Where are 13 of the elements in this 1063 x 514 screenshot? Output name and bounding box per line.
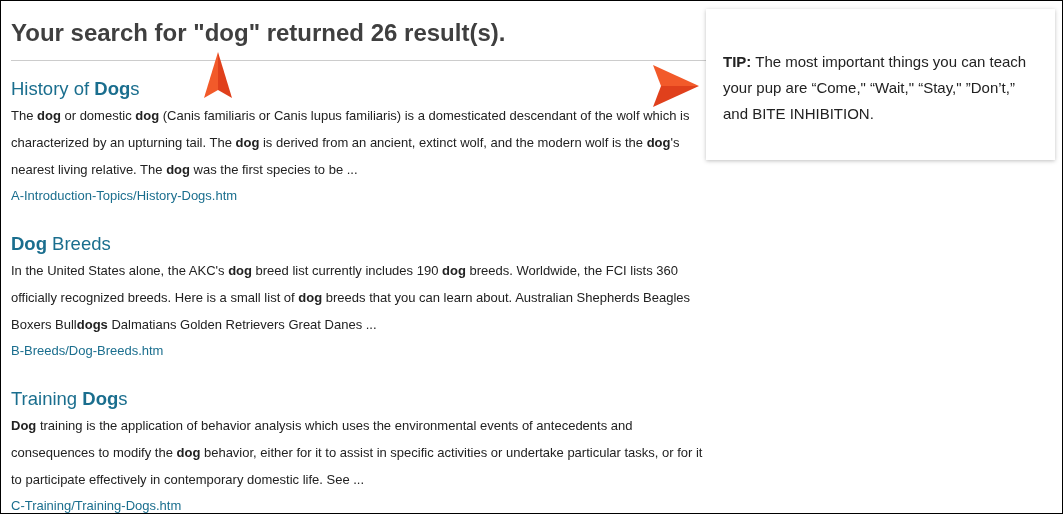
result-path-link[interactable]: C-Training/Training-Dogs.htm — [11, 493, 182, 513]
result-path-link[interactable]: B-Breeds/Dog-Breeds.htm — [11, 338, 164, 363]
result-snippet: Dog training is the application of behavior analysis which uses the environmental events of antecedents and consequences to modify the dog behavior, either for it to assist in specific activities or undertake particular tasks, or for it to participate effectively in contemporary domestic life. See ... — [11, 416, 704, 489]
pointer-arrow-icon — [204, 52, 232, 98]
result-title-link[interactable]: Dog Breeds — [11, 231, 111, 256]
pointer-arrow-icon — [653, 65, 699, 107]
result-snippet: The dog or domestic dog (Canis familiaris or Canis lupus familiaris) is a domesticated descendant of the wolf which is characterized by an upturning tail. The dog is derived from an ancient, extinct wolf, and the modern wolf is the dog's nearest living relative. The dog was the first species to be ... — [11, 106, 691, 179]
result-title-link[interactable]: History of Dogs — [11, 76, 140, 101]
results-heading: Your search for "dog" returned 26 result(s). — [11, 19, 706, 61]
tip-text: TIP: The most important things you can teach your pup are “Come," “Wait," “Stay," ”Don’t,” and BITE INHIBITION. — [706, 9, 1055, 160]
result-snippet: In the United States alone, the AKC's dog breed list currently includes 190 dog breeds. Worldwide, the FCI lists 360 officially recognized breeds. Here is a small list of dog breeds that you can learn about. Australian Shepherds Beagles Boxers Bulldogs Dalmatians Golden Retrievers Great Danes ... — [11, 261, 691, 334]
result-path-link[interactable]: A-Introduction-Topics/History-Dogs.htm — [11, 183, 238, 208]
result-title-link[interactable]: Training Dogs — [11, 386, 128, 411]
